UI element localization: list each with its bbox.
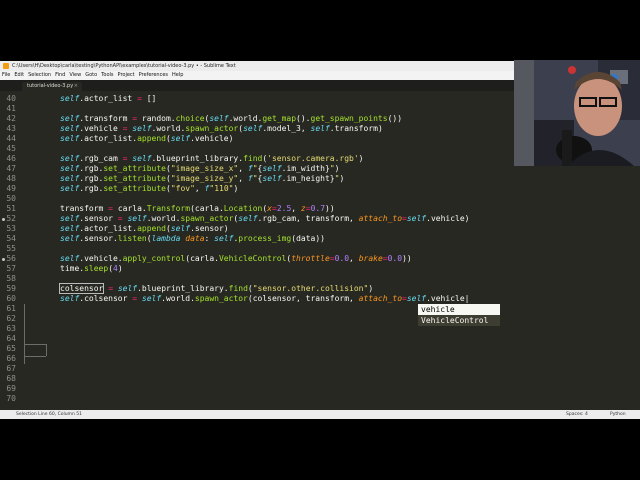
- line-number: 49: [6, 184, 16, 193]
- code-text: self.transform = random.choice(self.worl…: [60, 114, 403, 123]
- syntax-language[interactable]: Python: [610, 410, 626, 419]
- menu-tools[interactable]: Tools: [101, 71, 113, 80]
- menu-selection[interactable]: Selection: [28, 71, 51, 80]
- code-line: 51 transform = carla.Transform(carla.Loca…: [0, 204, 640, 214]
- code-line: 70: [0, 394, 640, 404]
- line-number: 51: [6, 204, 16, 213]
- code-text: colsensor = self.blueprint_library.find(…: [58, 283, 374, 294]
- menu-help[interactable]: Help: [172, 71, 183, 80]
- menu-edit[interactable]: Edit: [14, 71, 24, 80]
- indentation-setting[interactable]: Spaces: 4: [566, 410, 588, 419]
- code-line: 50: [0, 194, 640, 204]
- webcam-overlay: [514, 60, 640, 166]
- line-number: 55: [6, 244, 16, 253]
- code-text: self.vehicle = self.world.spawn_actor(se…: [60, 124, 383, 133]
- line-number: 41: [6, 104, 16, 113]
- code-line: 56 self.vehicle.apply_control(carla.Vehic…: [0, 254, 640, 264]
- code-text: self.vehicle.apply_control(carla.Vehicle…: [60, 254, 412, 263]
- autocomplete-item[interactable]: vehicle: [418, 304, 500, 315]
- window-title: C:\Users\H\Desktop\carla\testing\PythonA…: [12, 63, 236, 69]
- line-number: 60: [6, 294, 16, 303]
- line-number: 56: [6, 254, 16, 263]
- menu-preferences[interactable]: Preferences: [139, 71, 168, 80]
- code-line: 61: [0, 304, 640, 314]
- code-line: 63: [0, 324, 640, 334]
- code-text: self.rgb.set_attribute("fov", f"110"): [60, 184, 239, 193]
- code-line: 48 self.rgb.set_attribute("image_size_y",…: [0, 174, 640, 184]
- menu-file[interactable]: File: [2, 71, 10, 80]
- line-number: 66: [6, 354, 16, 363]
- line-number: 59: [6, 284, 16, 293]
- line-number: 58: [6, 274, 16, 283]
- code-text: self.colsensor = self.world.spawn_actor(…: [60, 294, 470, 303]
- line-number: 52: [6, 214, 16, 223]
- code-line: 60 self.colsensor = self.world.spawn_acto…: [0, 294, 640, 304]
- code-line: 64: [0, 334, 640, 344]
- menu-project[interactable]: Project: [118, 71, 135, 80]
- webcam-image: [514, 60, 640, 166]
- code-line: 57 time.sleep(4): [0, 264, 640, 274]
- line-number: 43: [6, 124, 16, 133]
- code-text: self.sensor = self.world.spawn_actor(sel…: [60, 214, 470, 223]
- menu-find[interactable]: Find: [55, 71, 65, 80]
- code-text: transform = carla.Transform(carla.Locati…: [60, 204, 335, 213]
- code-text: self.actor_list.append(self.vehicle): [60, 134, 234, 143]
- code-line: 68: [0, 374, 640, 384]
- code-text: self.rgb_cam = self.blueprint_library.fi…: [60, 154, 364, 163]
- line-number: 44: [6, 134, 16, 143]
- code-text: self.sensor.listen(lambda data: self.pro…: [60, 234, 325, 243]
- indent-guide: [24, 356, 46, 357]
- code-text: self.rgb.set_attribute("image_size_x", f…: [60, 164, 340, 173]
- menu-view[interactable]: View: [69, 71, 81, 80]
- line-number: 42: [6, 114, 16, 123]
- line-number: 50: [6, 194, 16, 203]
- autocomplete-popup[interactable]: vehicle VehicleControl: [418, 304, 500, 326]
- line-number: 45: [6, 144, 16, 153]
- line-number: 46: [6, 154, 16, 163]
- line-number: 69: [6, 384, 16, 393]
- code-line: 62: [0, 314, 640, 324]
- code-text: self.actor_list.append(self.sensor): [60, 224, 229, 233]
- indent-guide: [24, 304, 25, 364]
- indent-guide: [24, 344, 46, 345]
- line-number: 53: [6, 224, 16, 233]
- line-number: 65: [6, 344, 16, 353]
- code-text: self.actor_list = []: [60, 94, 157, 103]
- line-number: 54: [6, 234, 16, 243]
- line-number: 61: [6, 304, 16, 313]
- tab-tutorial-video-3[interactable]: tutorial-video-3.py ×: [22, 82, 82, 91]
- code-line: 66: [0, 354, 640, 364]
- code-line: 52 self.sensor = self.world.spawn_actor(s…: [0, 214, 640, 224]
- line-number: 48: [6, 174, 16, 183]
- line-number: 57: [6, 264, 16, 273]
- tab-label: tutorial-video-3.py: [27, 83, 74, 89]
- tab-close-icon[interactable]: ×: [74, 82, 78, 91]
- autocomplete-item[interactable]: VehicleControl: [418, 315, 500, 326]
- cursor-position: Selection Line 60, Column 51: [16, 412, 82, 417]
- code-line: 59 colsensor = self.blueprint_library.fin…: [0, 283, 640, 294]
- line-number: 70: [6, 394, 16, 403]
- code-line: 67: [0, 364, 640, 374]
- code-line: 53 self.actor_list.append(self.sensor): [0, 224, 640, 234]
- code-line: 49 self.rgb.set_attribute("fov", f"110"): [0, 184, 640, 194]
- code-text: time.sleep(4): [60, 264, 123, 273]
- line-number: 68: [6, 374, 16, 383]
- code-line: 69: [0, 384, 640, 394]
- status-bar: Selection Line 60, Column 51 Spaces: 4 P…: [0, 410, 640, 419]
- indent-guide: [46, 344, 47, 356]
- code-line: 58: [0, 274, 640, 284]
- code-line: 54 self.sensor.listen(lambda data: self.p…: [0, 234, 640, 244]
- menu-goto[interactable]: Goto: [85, 71, 97, 80]
- line-number: 47: [6, 164, 16, 173]
- line-number: 62: [6, 314, 16, 323]
- sublime-text-icon: [3, 63, 9, 69]
- line-number: 40: [6, 94, 16, 103]
- code-line: 65: [0, 344, 640, 354]
- line-number: 63: [6, 324, 16, 333]
- code-text: self.rgb.set_attribute("image_size_y", f…: [60, 174, 345, 183]
- line-number: 64: [6, 334, 16, 343]
- line-number: 67: [6, 364, 16, 373]
- code-line: 55: [0, 244, 640, 254]
